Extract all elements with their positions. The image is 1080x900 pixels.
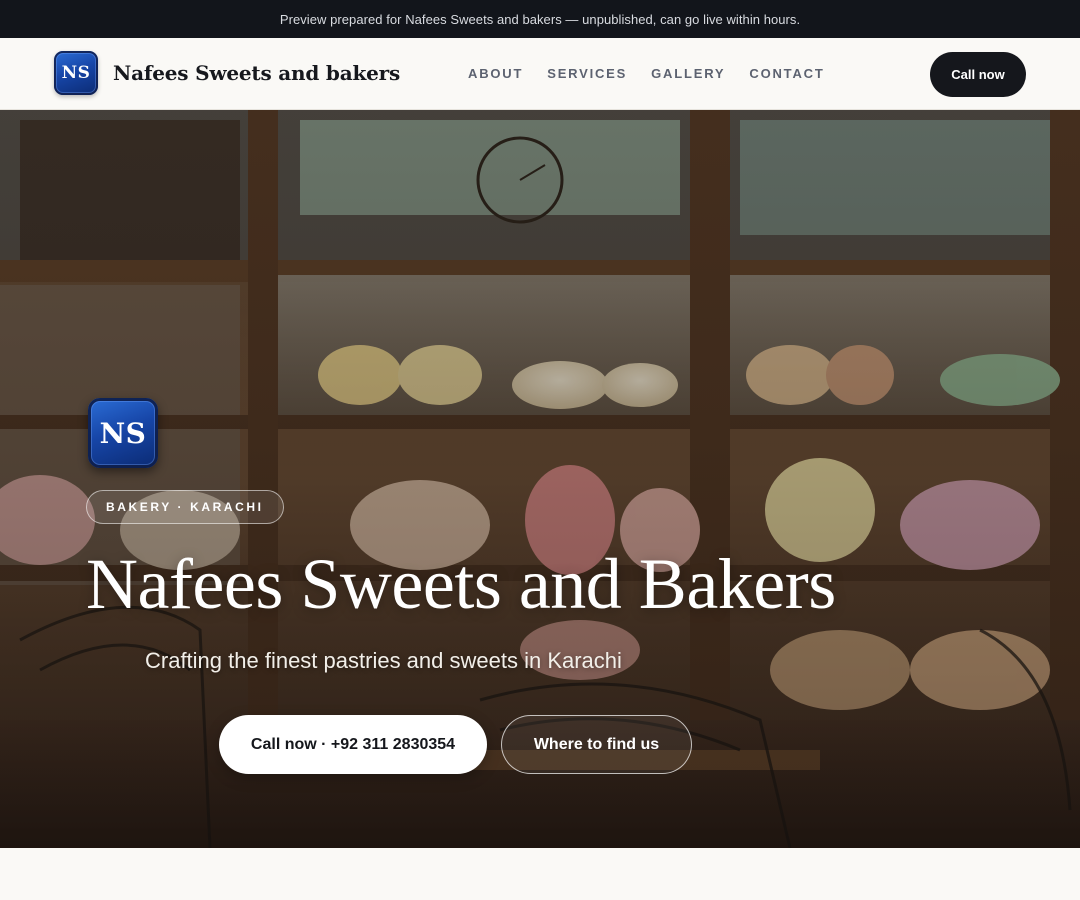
site-header: NS Nafees Sweets and bakers ABOUT SERVIC… xyxy=(0,38,1080,110)
next-section xyxy=(0,848,1080,900)
hero-logo: NS xyxy=(88,398,158,468)
nav-gallery[interactable]: GALLERY xyxy=(651,66,725,82)
preview-banner-text: Preview prepared for Nafees Sweets and b… xyxy=(279,12,801,27)
hero-category-tag: BAKERY · KARACHI xyxy=(86,490,284,524)
brand-name: Nafees Sweets and bakers xyxy=(113,61,401,85)
nav-services[interactable]: SERVICES xyxy=(547,66,627,82)
nav-about[interactable]: ABOUT xyxy=(468,66,523,82)
brand-logo: NS xyxy=(54,51,98,95)
hero-section: NS BAKERY · KARACHI Nafees Sweets and Ba… xyxy=(0,110,1080,848)
preview-banner: Preview prepared for Nafees Sweets and b… xyxy=(0,0,1080,38)
brand-home-link[interactable]: NS Nafees Sweets and bakers xyxy=(54,51,400,95)
nav-contact[interactable]: CONTACT xyxy=(749,66,824,82)
hero-subtitle: Crafting the finest pastries and sweets … xyxy=(145,648,622,673)
hero-title: Nafees Sweets and Bakers xyxy=(86,544,836,624)
hero-find-us-button[interactable]: Where to find us xyxy=(501,715,692,774)
header-call-now-button[interactable]: Call now xyxy=(930,52,1026,97)
main-nav: ABOUT SERVICES GALLERY CONTACT xyxy=(468,66,849,82)
hero-call-button[interactable]: Call now · +92 311 2830354 xyxy=(219,715,487,774)
